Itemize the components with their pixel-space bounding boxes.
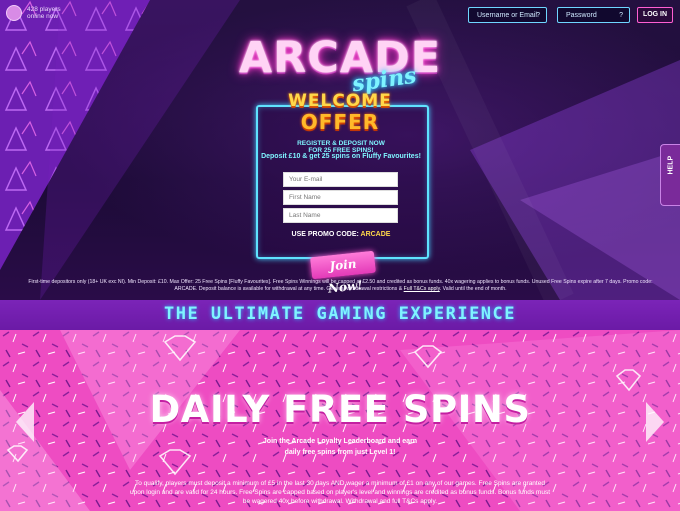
players-online-icon <box>6 5 22 21</box>
first-name-field[interactable]: First Name <box>283 190 398 205</box>
password-placeholder: Password <box>566 12 597 19</box>
full-tcs-link[interactable]: Full T&Cs apply <box>404 286 440 292</box>
help-tab-label: HELP <box>667 155 675 175</box>
slide-subtitle-line2: daily free spins from just Level 1! <box>284 449 396 456</box>
players-online-count: 428 players <box>27 6 61 13</box>
promo-code-label: USE PROMO CODE: <box>291 231 359 238</box>
login-button[interactable]: LOG IN <box>637 7 673 23</box>
username-input[interactable]: Username or Email ? <box>468 7 547 23</box>
promo-code-value: ARCADE <box>360 231 391 238</box>
slide-subtitle-line1: Join the Arcade Loyalty Leaderboard and … <box>262 438 418 445</box>
password-input[interactable]: Password ? <box>557 7 630 23</box>
terms-tail: . Valid until the end of month. <box>439 286 507 292</box>
username-help-icon[interactable]: ? <box>536 8 540 24</box>
slide-terms-line1: To qualify, players must deposit a minim… <box>135 480 545 487</box>
terms-body: First-time depositors only (18+ UK exc N… <box>28 279 653 292</box>
players-online-label: online now <box>27 13 59 20</box>
slide-terms-line2: upon login and are valid for 24 hours. F… <box>129 489 551 496</box>
promo-code-line: USE PROMO CODE: ARCADE <box>256 231 426 238</box>
slide-subtitle: Join the Arcade Loyalty Leaderboard and … <box>0 436 680 458</box>
password-help-icon[interactable]: ? <box>619 8 623 24</box>
players-online: 428 players online now <box>6 5 61 21</box>
offer-description: Deposit £10 & get 25 spins on Fluffy Fav… <box>261 153 421 160</box>
terms-text: First-time depositors only (18+ UK exc N… <box>18 279 663 293</box>
last-name-field[interactable]: Last Name <box>283 208 398 223</box>
offer-tagline: REGISTER & DEPOSIT NOW FOR 25 FREE SPINS… <box>262 140 420 154</box>
slide-terms: To qualify, players must deposit a minim… <box>100 479 580 506</box>
tagline-text: THE ULTIMATE GAMING EXPERIENCE <box>163 304 517 324</box>
slide-terms-line3: be wagered 40x before withdrawal. Withdr… <box>242 498 438 505</box>
welcome-heading: WELCOME <box>288 91 392 111</box>
offer-tagline-line1: REGISTER & DEPOSIT NOW <box>297 140 385 147</box>
username-placeholder: Username or Email <box>477 12 537 19</box>
email-field[interactable]: Your E-mail <box>283 172 398 187</box>
logo-title[interactable]: ARCADE <box>230 33 450 83</box>
help-tab[interactable]: HELP <box>660 144 680 206</box>
offer-heading: OFFER <box>300 110 380 134</box>
slide-title: DAILY FREE SPINS <box>149 388 531 431</box>
